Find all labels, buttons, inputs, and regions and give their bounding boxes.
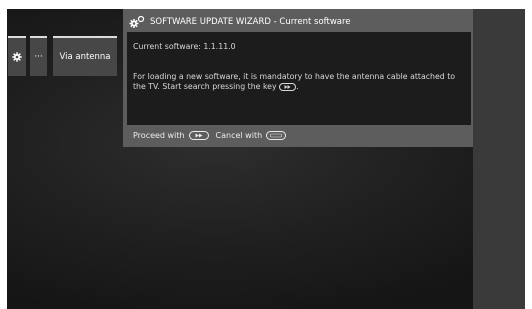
forward-key-icon — [279, 83, 297, 91]
menu-item-more-label: ··· — [34, 52, 43, 62]
gears-icon — [129, 15, 145, 28]
wizard-content: Current software: 1.1.11.0 For loading a… — [127, 32, 471, 125]
wizard-message-end: . — [296, 82, 299, 91]
side-panel — [473, 9, 525, 309]
wizard-message: For loading a new software, it is mandat… — [133, 72, 467, 92]
back-key-icon[interactable] — [266, 131, 287, 140]
menu-item-more[interactable]: ··· — [30, 36, 47, 76]
forward-key-icon[interactable] — [188, 131, 209, 140]
software-update-wizard: SOFTWARE UPDATE WIZARD - Current softwar… — [123, 9, 473, 147]
tv-screen: ··· Via antenna SOFTWARE UPDATE WIZARD -… — [7, 9, 525, 309]
wizard-title: SOFTWARE UPDATE WIZARD - Current softwar… — [150, 17, 351, 27]
menu-item-via-antenna-label: Via antenna — [59, 52, 111, 62]
menu-item-via-antenna[interactable]: Via antenna — [53, 36, 117, 76]
wizard-footer: Proceed with Cancel with — [133, 131, 287, 140]
cancel-label: Cancel with — [215, 131, 263, 140]
proceed-label: Proceed with — [133, 131, 185, 140]
gear-icon — [12, 52, 22, 62]
current-software-text: Current software: 1.1.11.0 — [133, 42, 236, 51]
menu-item-settings[interactable] — [8, 36, 26, 76]
wizard-title-bar: SOFTWARE UPDATE WIZARD - Current softwar… — [129, 14, 351, 30]
